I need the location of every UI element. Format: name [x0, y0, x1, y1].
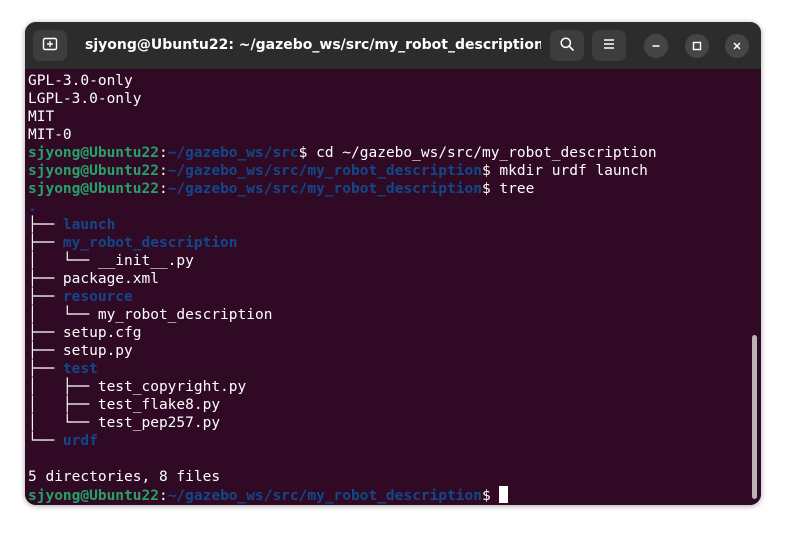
output-text: │ └── my_robot_description [28, 307, 273, 323]
output-text: ├── setup.py [28, 343, 133, 359]
output-text: : [158, 163, 168, 179]
prompt-user-host: sjyong@Ubuntu22 [28, 181, 159, 197]
terminal-line: sjyong@Ubuntu22:~/gazebo_ws/src/my_robot… [28, 486, 747, 504]
terminal-line: 5 directories, 8 files [28, 468, 747, 486]
hamburger-menu-icon [601, 36, 617, 56]
output-text: │ └── __init__.py [28, 253, 194, 269]
terminal-line: MIT-0 [28, 126, 747, 144]
output-text: └── [28, 433, 63, 449]
output-text: ├── [28, 217, 63, 233]
output-text: ├── package.xml [28, 271, 159, 287]
terminal-line: │ ├── test_copyright.py [28, 378, 747, 396]
menu-button[interactable] [592, 30, 626, 61]
output-text: │ └── test_pep257.py [28, 415, 221, 431]
new-tab-icon [42, 36, 58, 56]
output-text: MIT-0 [28, 127, 72, 143]
directory-name: test [62, 361, 98, 377]
title-bar[interactable]: sjyong@Ubuntu22: ~/gazebo_ws/src/my_robo… [25, 22, 761, 69]
scrollbar-thumb[interactable] [752, 335, 757, 499]
terminal-output[interactable]: GPL-3.0-only LGPL-3.0-only MIT MIT-0 sjyong@… [25, 69, 761, 505]
output-text: ├── [28, 361, 63, 377]
output-text: GPL-3.0-only [28, 73, 133, 89]
text-cursor [499, 486, 509, 503]
close-icon [731, 37, 743, 56]
terminal-line: │ └── __init__.py [28, 252, 747, 270]
output-text: LGPL-3.0-only [28, 91, 142, 107]
search-icon [559, 36, 575, 56]
output-text: 5 directories, 8 files [28, 469, 221, 485]
terminal-line: └── urdf [28, 432, 747, 450]
prompt-path: ~/gazebo_ws/src/my_robot_description [167, 181, 482, 197]
terminal-line: │ ├── test_flake8.py [28, 396, 747, 414]
terminal-line: ├── my_robot_description [28, 234, 747, 252]
directory-name: urdf [62, 433, 98, 449]
terminal-line: ├── resource [28, 288, 747, 306]
output-text: : [158, 488, 168, 504]
terminal-line: ├── package.xml [28, 270, 747, 288]
terminal-line: ├── setup.py [28, 342, 747, 360]
maximize-icon [691, 37, 703, 56]
terminal-window: sjyong@Ubuntu22: ~/gazebo_ws/src/my_robo… [25, 22, 761, 505]
output-text: $ [481, 488, 500, 504]
prompt-path: ~/gazebo_ws/src/my_robot_description [167, 163, 482, 179]
terminal-line: . [28, 198, 747, 216]
directory-name: launch [62, 217, 116, 233]
output-text: $ cd ~/gazebo_ws/src/my_robot_descriptio… [298, 145, 657, 161]
output-text: ├── setup.cfg [28, 325, 142, 341]
terminal-line: MIT [28, 108, 747, 126]
prompt-user-host: sjyong@Ubuntu22 [28, 145, 159, 161]
terminal-line: sjyong@Ubuntu22:~/gazebo_ws/src/my_robot… [28, 180, 747, 198]
minimize-button[interactable] [644, 34, 668, 58]
close-button[interactable] [725, 34, 749, 58]
output-text: MIT [28, 109, 55, 125]
terminal-lines: GPL-3.0-only LGPL-3.0-only MIT MIT-0 sjyong@… [28, 72, 747, 504]
output-text: : [158, 145, 168, 161]
output-text: │ ├── test_flake8.py [28, 397, 221, 413]
directory-name: my_robot_description [62, 235, 238, 251]
output-text: $ mkdir urdf launch [481, 163, 648, 179]
terminal-line: sjyong@Ubuntu22:~/gazebo_ws/src$ cd ~/ga… [28, 144, 747, 162]
new-tab-button[interactable] [33, 30, 67, 61]
output-text: $ tree [481, 181, 535, 197]
output-text: : [158, 181, 168, 197]
terminal-line: │ └── my_robot_description [28, 306, 747, 324]
prompt-path: ~/gazebo_ws/src/my_robot_description [167, 488, 482, 504]
output-text: ├── [28, 289, 63, 305]
maximize-button[interactable] [685, 34, 709, 58]
prompt-user-host: sjyong@Ubuntu22 [28, 488, 159, 504]
minimize-icon [650, 37, 662, 56]
terminal-line: sjyong@Ubuntu22:~/gazebo_ws/src/my_robot… [28, 162, 747, 180]
terminal-line: ├── launch [28, 216, 747, 234]
directory-name: resource [62, 289, 133, 305]
output-text: ├── [28, 235, 63, 251]
terminal-line: GPL-3.0-only [28, 72, 747, 90]
prompt-path: ~/gazebo_ws/src [167, 145, 299, 161]
terminal-line: ├── setup.cfg [28, 324, 747, 342]
terminal-line: │ └── test_pep257.py [28, 414, 747, 432]
terminal-line: LGPL-3.0-only [28, 90, 747, 108]
terminal-line: ├── test [28, 360, 747, 378]
window-title: sjyong@Ubuntu22: ~/gazebo_ws/src/my_robo… [85, 37, 541, 53]
prompt-user-host: sjyong@Ubuntu22 [28, 163, 159, 179]
output-text: │ ├── test_copyright.py [28, 379, 247, 395]
search-button[interactable] [550, 30, 584, 61]
directory-name: . [28, 199, 37, 215]
